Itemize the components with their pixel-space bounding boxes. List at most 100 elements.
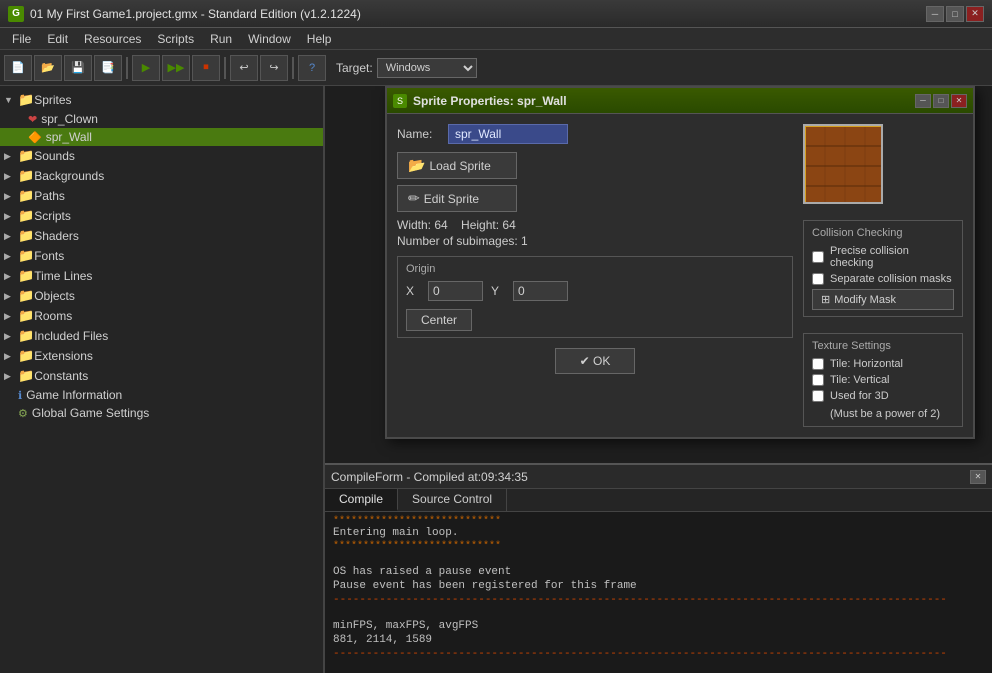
tree-constants-folder[interactable]: ▶ 📁 Constants [0,366,323,386]
name-row: Name: [397,124,793,144]
sprites-arrow: ▼ [4,95,18,105]
subimages-info: Number of subimages: 1 [397,234,793,248]
timelines-folder-icon: 📁 [18,268,34,284]
tile-h-row: Tile: Horizontal [812,358,954,370]
compile-line-9: minFPS, maxFPS, avgFPS [333,620,984,632]
title-bar: G 01 My First Game1.project.gmx - Standa… [0,0,992,28]
scripts-folder-icon: 📁 [18,208,34,224]
tile-horizontal-check[interactable] [812,358,824,370]
objects-arrow: ▶ [4,291,18,302]
toolbar-run[interactable]: ▶ [132,55,160,81]
toolbar-save-all[interactable]: 📑 [94,55,122,81]
menu-run[interactable]: Run [202,30,240,48]
target-select[interactable]: Windows Mac OS X Linux Android iOS [377,58,477,78]
extensions-folder-icon: 📁 [18,348,34,364]
target-label: Target: [336,61,373,75]
toolbar-open[interactable]: 📂 [34,55,62,81]
tree-rooms-folder[interactable]: ▶ 📁 Rooms [0,306,323,326]
rooms-label: Rooms [34,309,72,323]
spr-clown-label: spr_Clown [41,112,98,126]
window-title: 01 My First Game1.project.gmx - Standard… [30,7,926,21]
tree-sounds-folder[interactable]: ▶ 📁 Sounds [0,146,323,166]
compile-line-6: Pause event has been registered for this… [333,580,984,592]
origin-x-row: X Y [406,281,784,301]
tree-shaders-folder[interactable]: ▶ 📁 Shaders [0,226,323,246]
ok-button[interactable]: ✔ OK [555,348,635,374]
compile-content[interactable]: **************************** Entering ma… [325,512,992,672]
tree-extensions-folder[interactable]: ▶ 📁 Extensions [0,346,323,366]
dialog-close[interactable]: ✕ [951,94,967,108]
name-input[interactable] [448,124,568,144]
spr-wall-label: spr_Wall [46,130,92,144]
menu-help[interactable]: Help [299,30,340,48]
load-sprite-label: Load Sprite [429,159,490,173]
constants-folder-icon: 📁 [18,368,34,384]
tree-spr-wall[interactable]: 🔶 spr_Wall [0,128,323,146]
edit-sprite-btn[interactable]: ✏ Edit Sprite [397,185,517,212]
paths-folder-icon: 📁 [18,188,34,204]
dialog-maximize[interactable]: □ [933,94,949,108]
tree-global-game-settings[interactable]: ⚙ Global Game Settings [0,404,323,422]
load-sprite-btn[interactable]: 📂 Load Sprite [397,152,517,179]
close-button[interactable]: ✕ [966,6,984,22]
tree-objects-folder[interactable]: ▶ 📁 Objects [0,286,323,306]
paths-label: Paths [34,189,65,203]
toolbar-save[interactable]: 💾 [64,55,92,81]
tree-fonts-folder[interactable]: ▶ 📁 Fonts [0,246,323,266]
tab-source-control[interactable]: Source Control [398,489,507,511]
tree-sprites-folder[interactable]: ▼ 📁 Sprites [0,90,323,110]
separate-masks-check[interactable] [812,273,824,285]
menu-edit[interactable]: Edit [39,30,76,48]
compile-line-5: OS has raised a pause event [333,566,984,578]
origin-x-input[interactable] [428,281,483,301]
sprites-label: Sprites [34,93,71,107]
tree-spr-clown[interactable]: ❤ spr_Clown [0,110,323,128]
precise-collision-check[interactable] [812,251,824,263]
origin-y-input[interactable] [513,281,568,301]
dialog-window-controls: ─ □ ✕ [915,94,967,108]
dialog-minimize[interactable]: ─ [915,94,931,108]
global-settings-icon: ⚙ [18,407,28,420]
toolbar-new[interactable]: 📄 [4,55,32,81]
menu-window[interactable]: Window [240,30,299,48]
toolbar-undo[interactable]: ↩ [230,55,258,81]
tab-compile[interactable]: Compile [325,489,398,511]
height-label: Height: 64 [461,218,516,232]
tree-backgrounds-folder[interactable]: ▶ 📁 Backgrounds [0,166,323,186]
menu-resources[interactable]: Resources [76,30,149,48]
tile-vertical-check[interactable] [812,374,824,386]
menu-scripts[interactable]: Scripts [149,30,202,48]
tree-scripts-folder[interactable]: ▶ 📁 Scripts [0,206,323,226]
tile-v-row: Tile: Vertical [812,374,954,386]
toolbar-sep-1 [126,57,128,79]
collision-legend: Collision Checking [812,227,954,239]
texture-legend: Texture Settings [812,340,954,352]
compile-close-button[interactable]: ✕ [970,470,986,484]
tree-timelines-folder[interactable]: ▶ 📁 Time Lines [0,266,323,286]
compile-titlebar: CompileForm - Compiled at:09:34:35 ✕ [325,465,992,489]
compile-line-11: ----------------------------------------… [333,648,984,660]
edit-sprite-label: Edit Sprite [424,192,479,206]
used-3d-check[interactable] [812,390,824,402]
objects-folder-icon: 📁 [18,288,34,304]
tree-game-information[interactable]: ℹ Game Information [0,386,323,404]
sprite-preview [803,124,883,204]
load-sprite-icon: 📂 [408,157,425,174]
toolbar-run-debug[interactable]: ▶▶ [162,55,190,81]
menu-file[interactable]: File [4,30,39,48]
toolbar-stop[interactable]: ⏹ [192,55,220,81]
tree-included-files-folder[interactable]: ▶ 📁 Included Files [0,326,323,346]
main-layout: ▼ 📁 Sprites ❤ spr_Clown 🔶 spr_Wall ▶ 📁 S… [0,86,992,673]
tree-paths-folder[interactable]: ▶ 📁 Paths [0,186,323,206]
timelines-label: Time Lines [34,269,92,283]
dialog-right-panel: Collision Checking Precise collision che… [803,124,963,427]
timelines-arrow: ▶ [4,271,18,282]
center-button[interactable]: Center [406,309,472,331]
dialog-left-panel: Name: 📂 Load Sprite ✏ Edit Sprite Width:… [397,124,793,427]
maximize-button[interactable]: □ [946,6,964,22]
modify-mask-button[interactable]: ⊞ Modify Mask [812,289,954,310]
backgrounds-label: Backgrounds [34,169,104,183]
toolbar-help[interactable]: ? [298,55,326,81]
minimize-button[interactable]: ─ [926,6,944,22]
toolbar-redo[interactable]: ↪ [260,55,288,81]
